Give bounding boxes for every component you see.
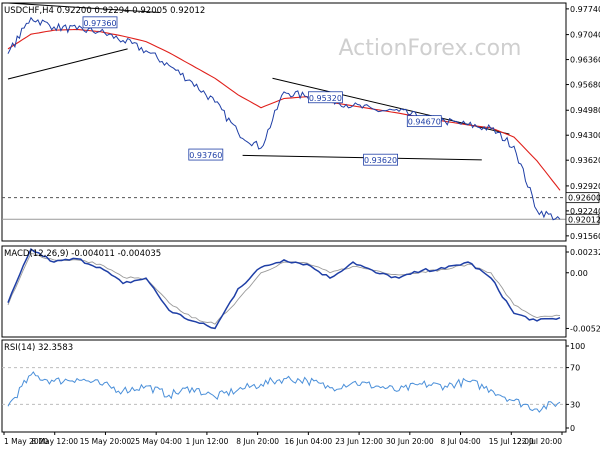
price-label: 0.93760 <box>189 151 222 160</box>
rsi-axis-tick-label: 70 <box>570 364 580 373</box>
price-axis-tick-label: 0.95680 <box>570 81 600 90</box>
price-axis-tick-label: 0.97040 <box>570 31 600 40</box>
price-label: 0.94670 <box>408 118 441 127</box>
rsi-axis-tick-label: 100 <box>570 342 585 351</box>
rsi-axis-tick-label: 30 <box>570 400 580 409</box>
time-tick-label: 23 Jun 12:00 <box>335 437 383 446</box>
price-axis-tick-label: 0.96360 <box>570 56 600 65</box>
price-axis-tick-label: 0.91560 <box>570 232 600 241</box>
time-tick-label: 16 Jun 04:00 <box>285 437 333 446</box>
price-label: 0.93620 <box>364 156 397 165</box>
watermark: ActionForex.com <box>339 36 522 61</box>
price-axis-tick-label: 0.93620 <box>570 156 600 165</box>
reference-label: 0.92600 <box>568 194 600 203</box>
price-axis-tick-label: 0.94980 <box>570 106 600 115</box>
time-tick-label: 15 May 20:00 <box>80 437 132 446</box>
time-tick-label: 1 Jun 12:00 <box>185 437 228 446</box>
time-tick-label: 8 Jul 04:00 <box>440 437 480 446</box>
reference-label: 0.92012 <box>568 215 600 224</box>
price-axis-tick-label: 0.94300 <box>570 131 600 140</box>
time-tick-label: 30 Jun 20:00 <box>386 437 434 446</box>
price-axis-tick-label: 0.97740 <box>570 5 600 14</box>
macd-axis-tick-label: -0.005201 <box>570 324 600 333</box>
forex-chart: ActionForex.com 0.97740 0.97040 0.96360 0.9… <box>0 0 600 450</box>
price-label: 0.97360 <box>83 19 116 28</box>
time-tick-label: 8 Jun 20:00 <box>236 437 279 446</box>
macd-axis-tick-label: 0.00 <box>570 269 588 278</box>
price-axis-tick-label: 0.92920 <box>570 182 600 191</box>
rsi-axis-tick-label: 0 <box>570 424 575 433</box>
price-panel-title: USDCHF,H4 0.92200 0.92294 0.92005 0.9201… <box>4 6 205 16</box>
time-tick-label: 8 May 12:00 <box>31 437 78 446</box>
time-tick-label: 22 Jul 20:00 <box>517 437 562 446</box>
macd-panel-title: MACD(12,26,9) -0.004011 -0.004035 <box>4 249 161 259</box>
price-label: 0.95320 <box>309 94 342 103</box>
rsi-panel-title: RSI(14) 32.3583 <box>4 343 73 353</box>
time-tick-label: 25 May 04:00 <box>130 437 182 446</box>
macd-axis-tick-label: 0.002325 <box>570 248 600 257</box>
